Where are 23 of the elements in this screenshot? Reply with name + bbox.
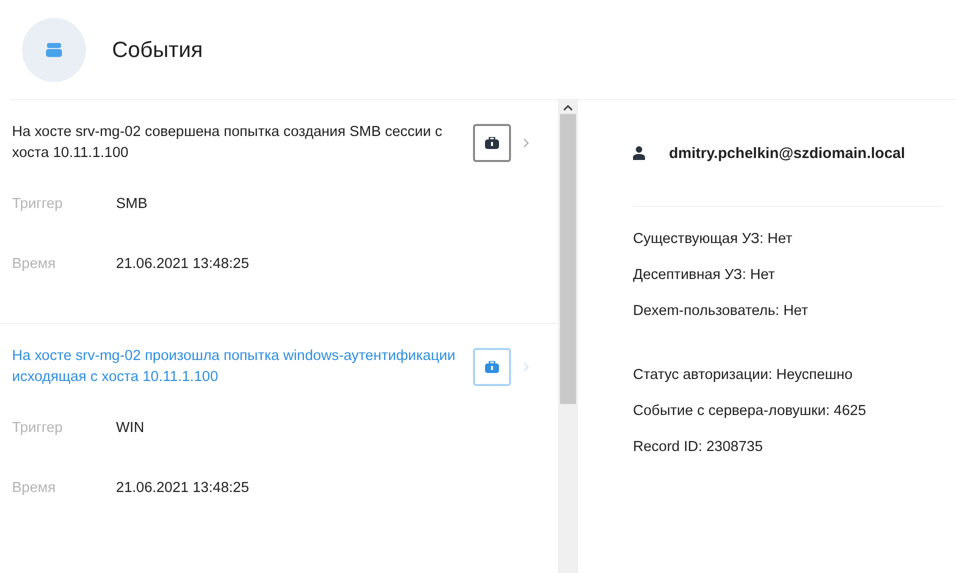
detail-line: Событие с сервера-ловушки: 4625 [633, 403, 868, 419]
field-value: 21.06.2021 13:48:25 [116, 256, 250, 272]
detail-line: Record ID: 2308735 [633, 439, 764, 455]
scroll-thumb[interactable] [560, 114, 576, 404]
page-title: События [112, 36, 203, 62]
detail-line: Статус авторизации: Неуспешно [633, 367, 854, 383]
field-label: Триггер [12, 420, 64, 436]
event-icon-button[interactable] [473, 124, 511, 162]
field-label: Триггер [12, 196, 64, 212]
scrollbar[interactable] [558, 100, 578, 573]
detail-line: Dexem-пользователь: Нет [633, 303, 810, 319]
chevron-right-icon[interactable] [523, 138, 529, 148]
detail-line: Десептивная УЗ: Нет [633, 267, 776, 283]
user-email: dmitry.pchelkin@szdiomain.local [669, 144, 906, 162]
event-title[interactable]: На хосте srv-mg-02 совершена попытка создания SMB сессии с хоста 10.11.1.100 [12, 122, 457, 164]
scroll-up-icon[interactable] [563, 104, 573, 112]
field-label: Время [12, 256, 57, 272]
user-icon [633, 146, 645, 160]
field-value: 21.06.2021 13:48:25 [116, 480, 250, 496]
detail-line: Существующая УЗ: Нет [633, 231, 794, 247]
field-value: WIN [116, 420, 144, 436]
field-value: SMB [116, 196, 148, 212]
field-label: Время [12, 480, 57, 496]
